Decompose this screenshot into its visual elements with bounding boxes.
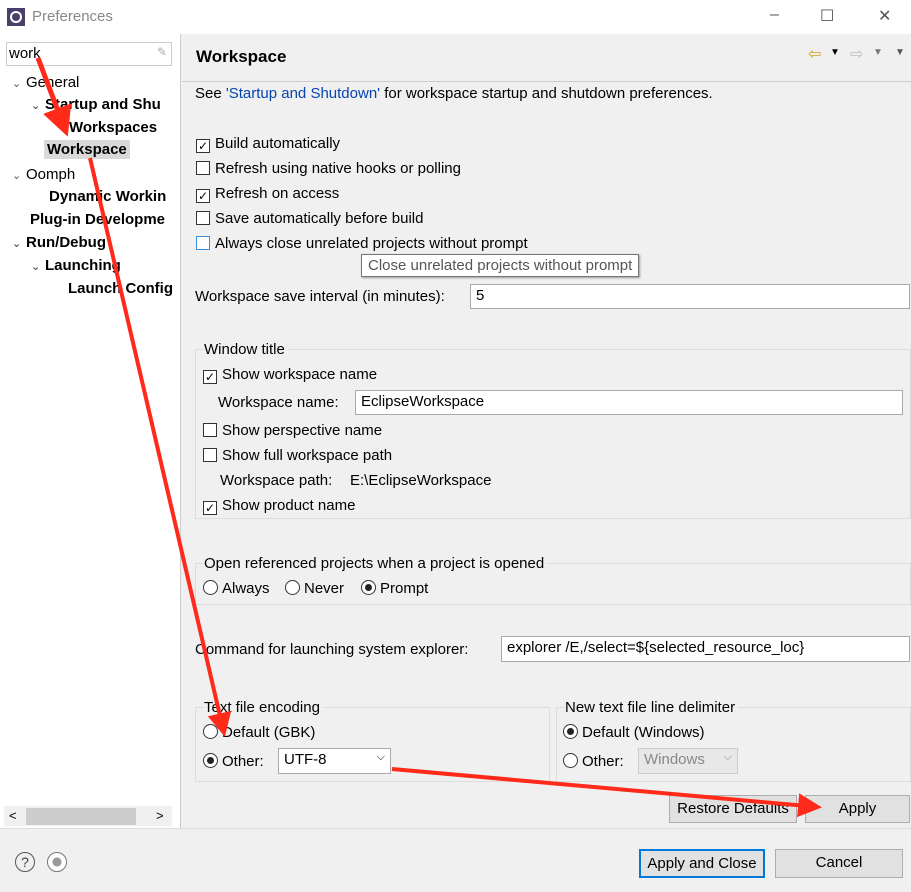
radio-always[interactable]: Always [203, 580, 270, 597]
chevron-down-icon: ⌵ [723, 751, 732, 763]
help-icon[interactable]: ? [15, 852, 35, 872]
show-workspace-name-checkbox[interactable]: ✓ Show workspace name [203, 366, 377, 384]
checkbox[interactable]: ✓ [203, 501, 217, 515]
chevron-down-icon: ⌄ [12, 238, 22, 250]
checkbox[interactable]: ✓ [196, 139, 210, 153]
restore-defaults-button[interactable]: Restore Defaults [669, 795, 797, 823]
encoding-select[interactable]: UTF-8 ⌵ [278, 748, 391, 774]
tree-item-launching[interactable]: ⌄ Launching [31, 257, 121, 274]
import-export-icon[interactable] [47, 852, 67, 872]
save-interval-input[interactable]: 5 [470, 284, 910, 309]
line-delimiter-heading: New text file line delimiter [565, 699, 739, 716]
apply-and-close-button[interactable]: Apply and Close [639, 849, 765, 878]
tree-item-launch-configurations[interactable]: Launch Config [68, 280, 173, 297]
chevron-down-icon: ⌄ [31, 100, 41, 112]
forward-menu-icon[interactable]: ▼ [873, 47, 883, 58]
see-startup-text: See 'Startup and Shutdown' for workspace… [195, 85, 713, 102]
build-automatically-checkbox[interactable]: ✓ Build automatically [196, 135, 340, 153]
checkbox[interactable]: ✓ [196, 189, 210, 203]
page-title: Workspace [196, 47, 287, 66]
tree-item-startup[interactable]: ⌄ Startup and Shu [31, 96, 161, 113]
apply-button[interactable]: Apply [805, 795, 910, 823]
encoding-default-radio[interactable]: Default (GBK) [203, 724, 315, 741]
delimiter-other-radio[interactable]: Other: [563, 753, 624, 770]
filter-input[interactable]: work ✎ [6, 42, 172, 66]
filter-value: work [9, 45, 41, 62]
refresh-native-hooks-checkbox[interactable]: Refresh using native hooks or polling [196, 160, 461, 177]
checkbox[interactable] [203, 423, 217, 437]
radio-never[interactable]: Never [285, 580, 344, 597]
delimiter-default-radio[interactable]: Default (Windows) [563, 724, 705, 741]
radio[interactable] [203, 753, 218, 768]
radio[interactable] [203, 580, 218, 595]
page-header [182, 34, 911, 82]
explorer-command-input[interactable]: explorer /E,/select=${selected_resource_… [501, 636, 910, 662]
workspace-path-value: E:\EclipseWorkspace [350, 472, 492, 489]
show-full-path-checkbox[interactable]: Show full workspace path [203, 447, 392, 464]
checkbox[interactable] [196, 236, 210, 250]
radio-prompt[interactable]: Prompt [361, 580, 428, 597]
workspace-path-label: Workspace path: [220, 472, 333, 489]
startup-shutdown-link[interactable]: 'Startup and Shutdown' [226, 85, 380, 102]
window-title: Preferences [32, 8, 113, 25]
chevron-down-icon: ⌵ [376, 751, 385, 763]
checkbox[interactable] [196, 211, 210, 225]
radio[interactable] [203, 724, 218, 739]
checkbox[interactable] [203, 448, 217, 462]
tree-item-dynamic-working-sets[interactable]: Dynamic Workin [49, 188, 166, 205]
tooltip: Close unrelated projects without prompt [361, 254, 640, 277]
radio[interactable] [285, 580, 300, 595]
chevron-down-icon: ⌄ [12, 170, 22, 182]
checkbox[interactable]: ✓ [203, 370, 217, 384]
tree-item-run-debug[interactable]: ⌄ Run/Debug [12, 234, 106, 251]
scrollbar-thumb[interactable] [26, 808, 136, 825]
tree-item-plugin-development[interactable]: Plug-in Developme [30, 211, 165, 228]
chevron-down-icon: ⌄ [31, 261, 41, 273]
text-encoding-heading: Text file encoding [204, 699, 323, 716]
cancel-button[interactable]: Cancel [775, 849, 903, 878]
show-perspective-checkbox[interactable]: Show perspective name [203, 422, 382, 439]
scroll-right-icon[interactable]: > [156, 808, 164, 823]
workspace-name-input[interactable]: EclipseWorkspace [355, 390, 903, 415]
encoding-other-radio[interactable]: Other: [203, 753, 264, 770]
minimize-button[interactable]: – [770, 6, 779, 24]
radio[interactable] [563, 724, 578, 739]
close-button[interactable]: ✕ [878, 6, 891, 26]
back-menu-icon[interactable]: ▼ [830, 47, 840, 58]
tree-item-workspace[interactable]: Workspace [44, 140, 130, 159]
save-automatically-checkbox[interactable]: Save automatically before build [196, 210, 423, 227]
open-referenced-heading: Open referenced projects when a project … [204, 555, 548, 572]
eclipse-icon [7, 8, 25, 26]
always-close-unrelated-checkbox[interactable]: Always close unrelated projects without … [196, 235, 528, 252]
tree-item-oomph[interactable]: ⌄ Oomph [12, 166, 75, 183]
maximize-button[interactable]: ☐ [820, 6, 834, 26]
save-interval-label: Workspace save interval (in minutes): [195, 288, 445, 305]
chevron-down-icon: ⌄ [12, 78, 22, 90]
tree-item-workspaces[interactable]: Workspaces [69, 119, 157, 136]
back-arrow-icon[interactable]: ⇦ [808, 44, 821, 64]
radio[interactable] [361, 580, 376, 595]
view-menu-icon[interactable]: ▼ [895, 47, 905, 58]
delimiter-select[interactable]: Windows ⌵ [638, 748, 738, 774]
forward-arrow-icon[interactable]: ⇨ [850, 44, 863, 64]
title-bar: Preferences – ☐ ✕ [0, 0, 911, 34]
tree-item-general[interactable]: ⌄ General [12, 74, 79, 91]
explorer-command-label: Command for launching system explorer: [195, 641, 469, 658]
scroll-left-icon[interactable]: < [9, 808, 17, 823]
window-title-heading: Window title [204, 341, 288, 358]
refresh-on-access-checkbox[interactable]: ✓ Refresh on access [196, 185, 339, 203]
clear-icon[interactable]: ✎ [157, 45, 167, 59]
show-product-name-checkbox[interactable]: ✓ Show product name [203, 497, 355, 515]
checkbox[interactable] [196, 161, 210, 175]
radio[interactable] [563, 753, 578, 768]
workspace-name-label: Workspace name: [218, 394, 339, 411]
